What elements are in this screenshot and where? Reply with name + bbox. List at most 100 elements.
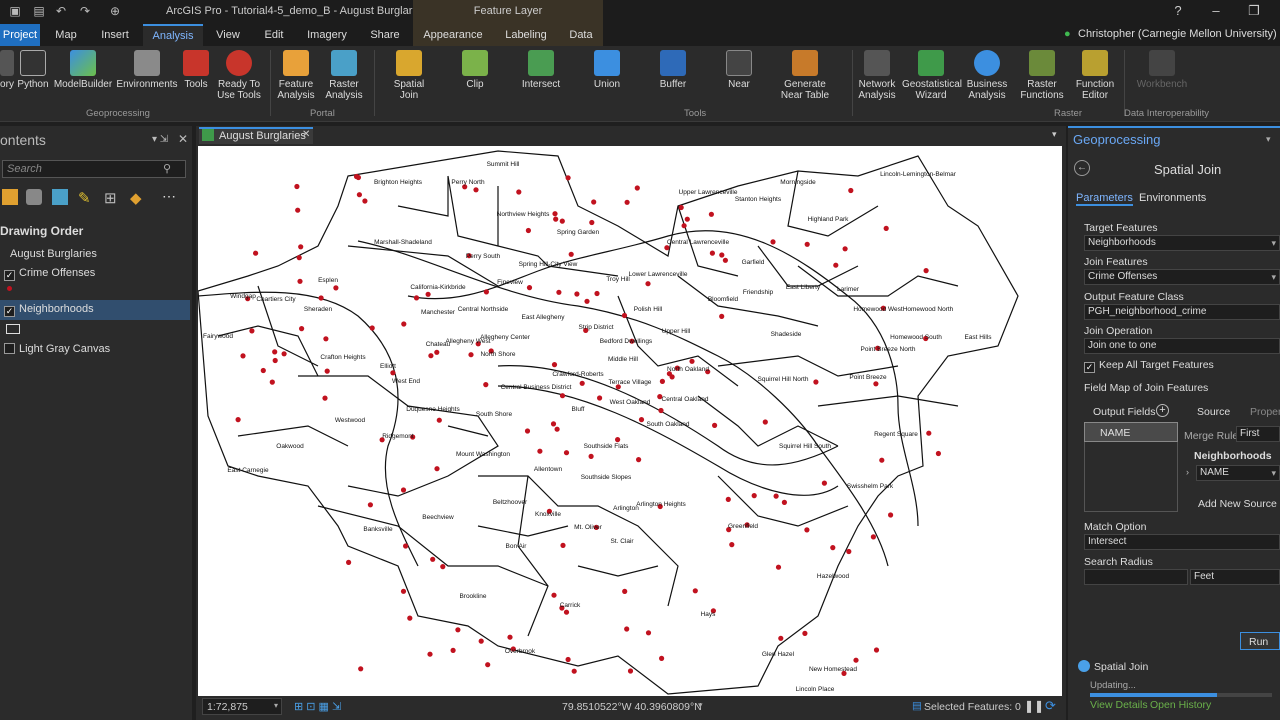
restore-button[interactable]: ❐ [1244, 3, 1264, 19]
crime-point[interactable] [516, 189, 522, 195]
crime-point[interactable] [689, 358, 695, 364]
crime-point[interactable] [684, 216, 690, 222]
crime-point[interactable] [659, 378, 665, 384]
help-button[interactable]: ? [1168, 3, 1188, 18]
spatial-join-button[interactable]: Spatial Join [392, 50, 426, 101]
crime-point[interactable] [589, 219, 595, 226]
user-name[interactable]: Christopher (Carnegie Mellon University) [1078, 28, 1277, 40]
crime-point[interactable] [356, 192, 362, 198]
crime-point[interactable] [781, 499, 788, 505]
refresh-icon[interactable]: ⟳ [1045, 698, 1056, 714]
crime-point[interactable] [636, 457, 642, 463]
folder-icon[interactable]: ▣ [8, 4, 22, 18]
layer-visibility-checkbox[interactable]: ✓ [4, 306, 15, 317]
near-button[interactable]: Near [722, 50, 756, 90]
tab-map[interactable]: Map [48, 24, 84, 46]
crime-point[interactable] [556, 289, 562, 295]
crime-point[interactable] [712, 422, 718, 428]
crime-point[interactable] [773, 493, 779, 499]
crime-point[interactable] [551, 592, 557, 598]
search-radius-unit[interactable]: Feet [1190, 569, 1280, 585]
keep-all-checkbox[interactable]: ✓ [1084, 362, 1095, 373]
network-analysis-button[interactable]: Network Analysis [856, 50, 898, 101]
crime-point[interactable] [560, 542, 566, 548]
output-feature-class-input[interactable]: PGH_neighborhood_crime [1084, 304, 1280, 320]
crime-point[interactable] [778, 635, 784, 641]
crime-point[interactable] [584, 298, 590, 304]
merge-rule-select[interactable]: First [1236, 426, 1280, 442]
crime-point[interactable] [923, 268, 929, 274]
crime-point[interactable] [762, 419, 768, 425]
crime-point[interactable] [804, 241, 810, 247]
crime-point[interactable] [926, 430, 932, 436]
crime-point[interactable] [553, 216, 559, 222]
crime-point[interactable] [833, 262, 839, 268]
union-button[interactable]: Union [590, 50, 624, 90]
tab-menu-icon[interactable]: ▾ [1052, 129, 1057, 140]
tab-analysis[interactable]: Analysis [143, 24, 203, 46]
crime-point[interactable] [804, 527, 810, 533]
crime-point[interactable] [770, 239, 776, 245]
crime-point[interactable] [551, 362, 558, 368]
crime-point[interactable] [873, 381, 879, 387]
list-by-source-icon[interactable] [26, 189, 42, 205]
crime-point[interactable] [297, 278, 303, 284]
crime-point[interactable] [846, 548, 852, 555]
crime-point[interactable] [627, 668, 634, 674]
crime-point[interactable] [624, 626, 630, 632]
crime-point[interactable] [565, 656, 571, 663]
crime-point[interactable] [775, 564, 782, 570]
crime-point[interactable] [235, 417, 241, 423]
crime-point[interactable] [362, 198, 368, 204]
crime-point[interactable] [681, 223, 687, 229]
tab-source[interactable]: Source [1197, 406, 1230, 418]
crime-point[interactable] [719, 252, 725, 258]
more-icon[interactable]: ⋯ [162, 188, 176, 205]
keep-all-target-features[interactable]: ✓ Keep All Target Features [1084, 359, 1214, 373]
generate-near-table-button[interactable]: Generate Near Table [780, 50, 830, 101]
crime-point[interactable] [624, 199, 630, 205]
crime-point[interactable] [483, 382, 489, 388]
clip-button[interactable]: Clip [458, 50, 492, 90]
crime-point[interactable] [272, 349, 278, 355]
field-row-name[interactable]: NAME [1084, 422, 1178, 442]
crime-point[interactable] [407, 615, 413, 621]
crime-point[interactable] [722, 257, 729, 263]
crime-point[interactable] [588, 453, 594, 459]
crime-point[interactable] [525, 227, 531, 234]
layer-august-burglaries[interactable]: August Burglaries [10, 248, 97, 260]
crime-point[interactable] [621, 312, 628, 319]
crime-point[interactable] [483, 289, 489, 295]
pause-icon[interactable]: ❚❚ [1024, 699, 1044, 713]
tab-view[interactable]: View [210, 24, 246, 46]
crime-point[interactable] [440, 564, 446, 570]
crime-point[interactable] [240, 353, 246, 359]
redo-icon[interactable]: ↷ [78, 4, 92, 18]
crime-point[interactable] [708, 211, 714, 217]
crime-point[interactable] [658, 407, 664, 414]
snapping-icon[interactable]: ⊞ [104, 189, 117, 207]
crime-point[interactable] [507, 634, 513, 640]
crime-point[interactable] [425, 291, 431, 297]
crime-point[interactable] [434, 466, 440, 472]
crime-point[interactable] [813, 379, 819, 385]
history-button[interactable]: ory [0, 50, 14, 90]
crime-point[interactable] [323, 336, 329, 342]
crime-point[interactable] [400, 487, 407, 493]
crime-point[interactable] [428, 353, 434, 359]
tab-edit[interactable]: Edit [256, 24, 292, 46]
crime-point[interactable] [579, 380, 585, 386]
raster-analysis-button[interactable]: Raster Analysis [322, 50, 366, 101]
crime-point[interactable] [554, 426, 560, 432]
crime-point[interactable] [574, 291, 580, 297]
crime-point[interactable] [821, 480, 828, 486]
layer-crime-offenses[interactable]: ✓ Crime Offenses [4, 267, 95, 281]
crime-point[interactable] [400, 588, 407, 594]
neighborhoods-map[interactable]: Summit Hill Brighton Heights Perry North No… [198, 146, 1062, 696]
crime-point[interactable] [346, 559, 352, 565]
raster-functions-button[interactable]: Raster Functions [1018, 50, 1066, 101]
crime-point[interactable] [559, 393, 566, 399]
crime-point[interactable] [318, 295, 324, 301]
search-icon[interactable]: ⚲ [163, 162, 171, 175]
crime-point[interactable] [725, 496, 731, 502]
